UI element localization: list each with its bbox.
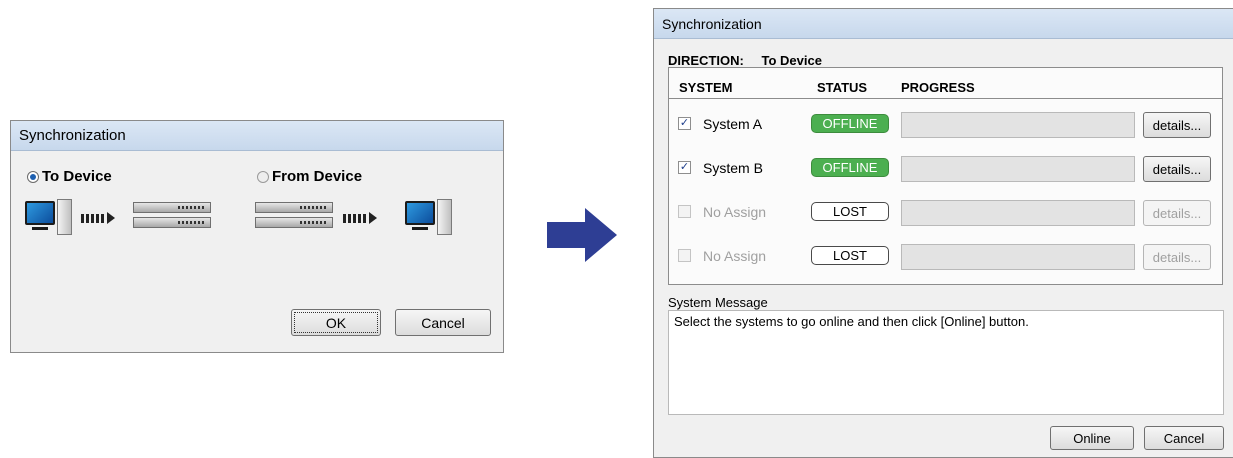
from-device-label: From Device xyxy=(272,168,363,185)
system-message-label: System Message xyxy=(668,295,768,310)
system-checkbox[interactable] xyxy=(678,205,691,218)
system-message-box: Select the systems to go online and then… xyxy=(668,310,1224,415)
direction-label: DIRECTION: xyxy=(668,53,744,68)
system-row: No Assign LOST details... xyxy=(669,240,1222,270)
system-row: ✓ System B OFFLINE details... xyxy=(669,152,1222,182)
system-checkbox[interactable]: ✓ xyxy=(678,117,691,130)
pc-tower-icon xyxy=(57,199,72,235)
system-name: System B xyxy=(703,160,763,176)
sync-dialog-detailed: Synchronization DIRECTION: To Device SYS… xyxy=(653,8,1233,458)
device-unit-icon xyxy=(255,202,333,213)
monitor-icon xyxy=(405,201,435,225)
progress-bar xyxy=(901,200,1135,226)
progress-bar xyxy=(901,156,1135,182)
details-button[interactable]: details... xyxy=(1143,244,1211,270)
system-row: No Assign LOST details... xyxy=(669,196,1222,226)
direction-value: To Device xyxy=(761,53,822,68)
system-checkbox[interactable]: ✓ xyxy=(678,161,691,174)
transfer-arrow-icon xyxy=(343,212,377,224)
system-checkbox[interactable] xyxy=(678,249,691,262)
status-badge: LOST xyxy=(811,202,889,221)
status-badge: OFFLINE xyxy=(811,114,889,133)
device-unit-icon xyxy=(255,217,333,228)
system-name: No Assign xyxy=(703,204,767,220)
column-system: SYSTEM xyxy=(679,80,733,95)
system-name: No Assign xyxy=(703,248,767,264)
right-arrow-icon xyxy=(547,208,617,262)
ok-button[interactable]: OK xyxy=(291,309,381,336)
details-button[interactable]: details... xyxy=(1143,200,1211,226)
status-badge: LOST xyxy=(811,246,889,265)
to-device-radio[interactable]: To Device xyxy=(27,168,112,185)
progress-bar xyxy=(901,112,1135,138)
sync-dialog-simple: Synchronization To Device From Device OK… xyxy=(10,120,504,353)
details-button[interactable]: details... xyxy=(1143,112,1211,138)
from-device-radio[interactable]: From Device xyxy=(257,168,362,185)
dialog-title: Synchronization xyxy=(654,9,1233,39)
column-status: STATUS xyxy=(817,80,868,95)
systems-table: SYSTEM STATUS PROGRESS ✓ System A OFFLIN… xyxy=(668,67,1223,285)
device-unit-icon xyxy=(133,217,211,228)
online-button[interactable]: Online xyxy=(1050,426,1134,450)
cancel-button[interactable]: Cancel xyxy=(395,309,491,336)
progress-bar xyxy=(901,244,1135,270)
details-button[interactable]: details... xyxy=(1143,156,1211,182)
column-progress: PROGRESS xyxy=(901,80,975,95)
monitor-icon xyxy=(25,201,55,225)
pc-tower-icon xyxy=(437,199,452,235)
dialog-title: Synchronization xyxy=(11,121,503,151)
radio-unchecked-icon[interactable] xyxy=(257,170,269,183)
direction-indicator: DIRECTION: To Device xyxy=(668,53,822,68)
device-unit-icon xyxy=(133,202,211,213)
system-row: ✓ System A OFFLINE details... xyxy=(669,108,1222,138)
transfer-arrow-icon xyxy=(81,212,115,224)
radio-checked-icon[interactable] xyxy=(27,170,39,183)
cancel-button[interactable]: Cancel xyxy=(1144,426,1224,450)
to-device-label: To Device xyxy=(42,168,112,185)
system-name: System A xyxy=(703,116,763,132)
status-badge: OFFLINE xyxy=(811,158,889,177)
